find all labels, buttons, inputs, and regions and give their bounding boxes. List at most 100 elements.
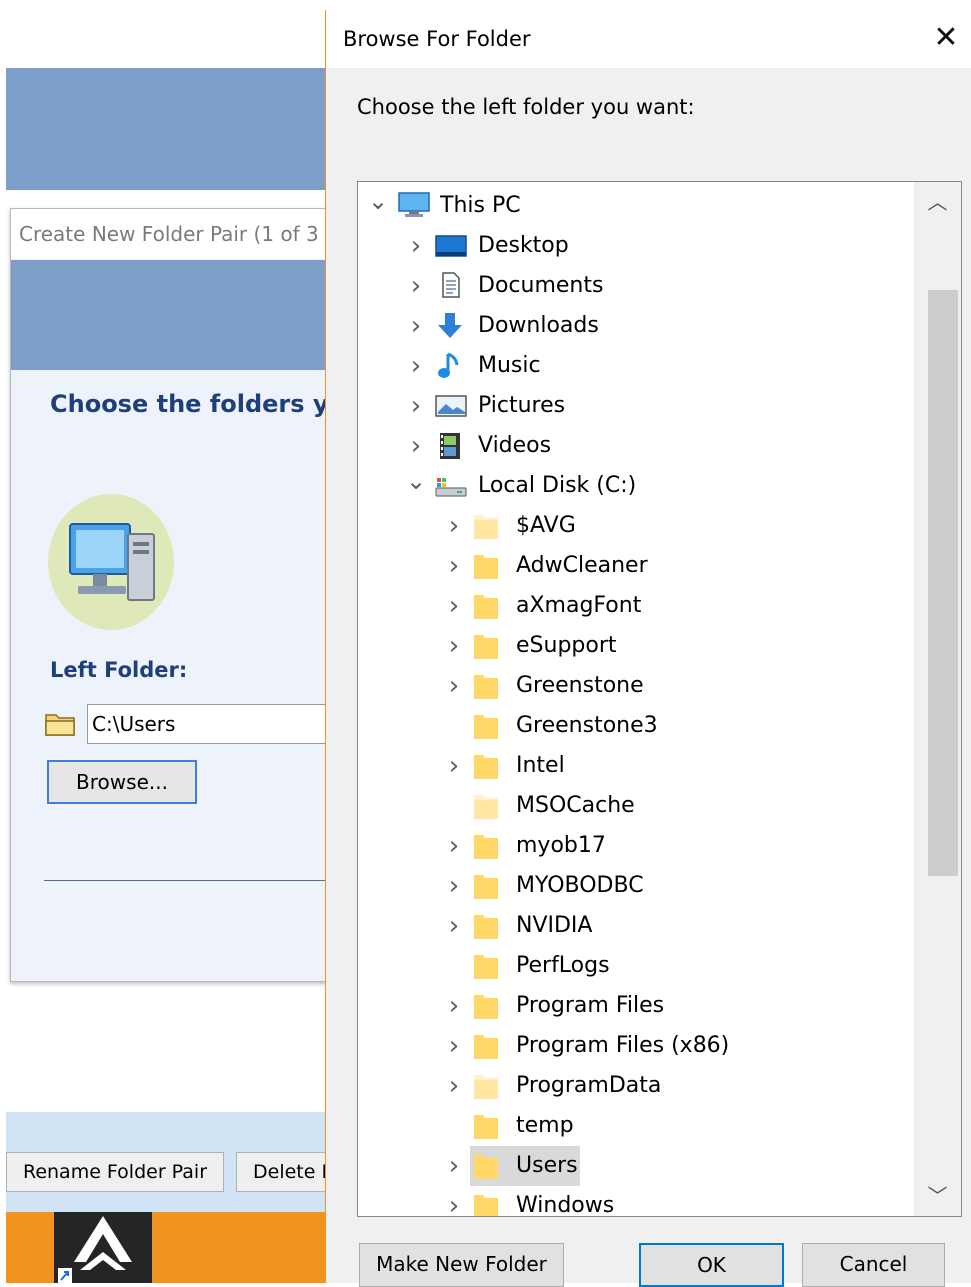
chevron-right-icon[interactable]: › bbox=[444, 1026, 464, 1066]
chevron-right-icon[interactable]: › bbox=[406, 426, 426, 466]
tree-item-label: aXmagFont bbox=[516, 593, 642, 618]
chevron-right-icon[interactable]: › bbox=[444, 666, 464, 706]
tree-item-esupport[interactable]: › eSupport bbox=[358, 626, 914, 666]
scroll-down-icon[interactable]: ﹀ bbox=[914, 1176, 961, 1216]
folder-icon bbox=[473, 632, 503, 659]
chevron-down-icon[interactable]: ⌄ bbox=[406, 466, 426, 506]
chevron-right-icon[interactable]: › bbox=[444, 906, 464, 946]
tree-item-intel[interactable]: › Intel bbox=[358, 746, 914, 786]
tree-item-axmagfont[interactable]: › aXmagFont bbox=[358, 586, 914, 626]
chevron-right-icon[interactable]: › bbox=[444, 586, 464, 626]
tree-item-label: Program Files bbox=[516, 993, 665, 1018]
tree-item-nvidia[interactable]: › NVIDIA bbox=[358, 906, 914, 946]
tree-item-pictures[interactable]: › Pictures bbox=[358, 386, 914, 426]
chevron-right-icon bbox=[444, 706, 464, 746]
dialog-title: Browse For Folder bbox=[343, 27, 531, 51]
folder-tree[interactable]: ⌄ This PC › Desktop › Documents › Downloads › Mus… bbox=[357, 181, 962, 1217]
tree-item-label: This PC bbox=[440, 193, 521, 218]
scroll-up-icon[interactable]: ︿ bbox=[914, 182, 961, 222]
tree-item-label: temp bbox=[516, 1113, 574, 1138]
tree-item-local-disk-c[interactable]: ⌄ Local Disk (C:) bbox=[358, 466, 914, 506]
tree-item-programdata[interactable]: › ProgramData bbox=[358, 1066, 914, 1106]
tree-item-downloads[interactable]: › Downloads bbox=[358, 306, 914, 346]
tree-item-label: Greenstone bbox=[516, 673, 644, 698]
ok-button[interactable]: OK bbox=[639, 1243, 784, 1287]
background-window-title: Create New Folder Pair (1 of 3 bbox=[11, 209, 336, 259]
tree-scrollbar[interactable]: ︿ ﹀ bbox=[914, 182, 961, 1216]
chevron-right-icon[interactable]: › bbox=[444, 506, 464, 546]
pictures-icon bbox=[435, 392, 467, 417]
tree-item-users[interactable]: › Users bbox=[358, 1146, 914, 1186]
chevron-right-icon[interactable]: › bbox=[444, 1146, 464, 1186]
chevron-right-icon[interactable]: › bbox=[406, 346, 426, 386]
chevron-right-icon[interactable]: › bbox=[444, 866, 464, 906]
tree-item-myob17[interactable]: › myob17 bbox=[358, 826, 914, 866]
folder-icon bbox=[473, 1152, 503, 1179]
tree-item-videos[interactable]: › Videos bbox=[358, 426, 914, 466]
tree-item-label: Users bbox=[516, 1153, 578, 1178]
make-new-folder-button[interactable]: Make New Folder bbox=[359, 1243, 564, 1287]
delete-folder-pair-button[interactable]: Delete F bbox=[236, 1152, 336, 1192]
this-pc-icon bbox=[397, 192, 430, 217]
tree-item-label: myob17 bbox=[516, 833, 606, 858]
tree-item-temp[interactable]: temp bbox=[358, 1106, 914, 1146]
chevron-right-icon[interactable]: › bbox=[444, 626, 464, 666]
folder-icon bbox=[473, 1112, 503, 1139]
folder-tree-viewport: ⌄ This PC › Desktop › Documents › Downloads › Mus… bbox=[358, 182, 914, 1216]
tree-item-msocache[interactable]: MSOCache bbox=[358, 786, 914, 826]
taskbar-app-icon[interactable] bbox=[54, 1212, 152, 1283]
tree-item-label: Documents bbox=[478, 273, 604, 298]
chevron-right-icon[interactable]: › bbox=[444, 986, 464, 1026]
background-separator bbox=[44, 880, 336, 881]
folder-open-icon bbox=[44, 710, 76, 738]
chevron-right-icon[interactable]: › bbox=[444, 826, 464, 866]
tree-item-label: PerfLogs bbox=[516, 953, 610, 978]
chevron-down-icon[interactable]: ⌄ bbox=[368, 186, 388, 226]
chevron-right-icon[interactable]: › bbox=[444, 1186, 464, 1216]
background-heading: Choose the folders yo bbox=[50, 390, 336, 418]
browse-button[interactable]: Browse... bbox=[47, 760, 197, 804]
tree-item-program-files[interactable]: › Program Files bbox=[358, 986, 914, 1026]
tree-item-documents[interactable]: › Documents bbox=[358, 266, 914, 306]
folder-icon bbox=[473, 952, 503, 979]
tree-item-windows[interactable]: › Windows bbox=[358, 1186, 914, 1216]
background-header-band bbox=[6, 68, 336, 190]
tree-item-perflogs[interactable]: PerfLogs bbox=[358, 946, 914, 986]
tree-item-adwcleaner[interactable]: › AdwCleaner bbox=[358, 546, 914, 586]
chevron-right-icon[interactable]: › bbox=[406, 386, 426, 426]
chevron-right-icon[interactable]: › bbox=[444, 546, 464, 586]
left-folder-input[interactable]: C:\Users bbox=[87, 704, 336, 744]
close-icon[interactable]: ✕ bbox=[930, 22, 962, 54]
tree-item-this-pc[interactable]: ⌄ This PC bbox=[358, 186, 914, 226]
chevron-right-icon bbox=[444, 946, 464, 986]
folder-icon bbox=[473, 792, 503, 819]
tree-item-greenstone[interactable]: › Greenstone bbox=[358, 666, 914, 706]
tree-item-label: Program Files (x86) bbox=[516, 1033, 730, 1058]
chevron-right-icon[interactable]: › bbox=[444, 746, 464, 786]
chevron-right-icon[interactable]: › bbox=[406, 306, 426, 346]
tree-item-label: MSOCache bbox=[516, 793, 635, 818]
scrollbar-thumb[interactable] bbox=[928, 290, 958, 876]
tree-item-avg[interactable]: › $AVG bbox=[358, 506, 914, 546]
folder-icon bbox=[473, 872, 503, 899]
chevron-right-icon[interactable]: › bbox=[406, 226, 426, 266]
tree-item-label: MYOBODBC bbox=[516, 873, 644, 898]
tree-item-music[interactable]: › Music bbox=[358, 346, 914, 386]
cancel-button[interactable]: Cancel bbox=[802, 1243, 945, 1287]
tree-item-label: Intel bbox=[516, 753, 565, 778]
chevron-right-icon[interactable]: › bbox=[406, 266, 426, 306]
folder-icon bbox=[473, 992, 503, 1019]
tree-item-label: AdwCleaner bbox=[516, 553, 648, 578]
rename-folder-pair-button[interactable]: Rename Folder Pair bbox=[6, 1152, 224, 1192]
folder-icon bbox=[473, 832, 503, 859]
tree-item-label: Local Disk (C:) bbox=[478, 473, 637, 498]
chevron-right-icon[interactable]: › bbox=[444, 1066, 464, 1106]
tree-item-myobodbc[interactable]: › MYOBODBC bbox=[358, 866, 914, 906]
videos-icon bbox=[435, 432, 465, 459]
chevron-right-icon bbox=[444, 786, 464, 826]
tree-item-label: Pictures bbox=[478, 393, 566, 418]
tree-item-program-files-x86[interactable]: › Program Files (x86) bbox=[358, 1026, 914, 1066]
tree-item-greenstone3[interactable]: Greenstone3 bbox=[358, 706, 914, 746]
tree-item-desktop[interactable]: › Desktop bbox=[358, 226, 914, 266]
tree-item-label: Videos bbox=[478, 433, 552, 458]
